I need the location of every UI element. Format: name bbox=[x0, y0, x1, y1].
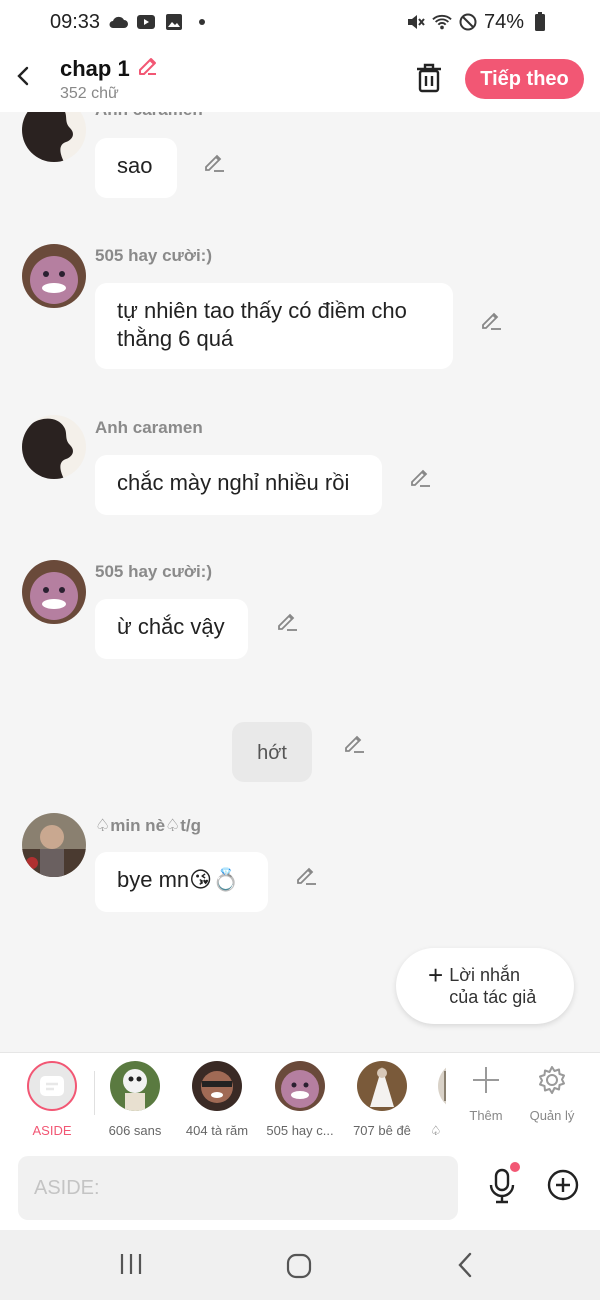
status-bar: 09:33 74% bbox=[0, 0, 600, 44]
character-avatar bbox=[438, 1061, 446, 1111]
avatar[interactable] bbox=[22, 415, 86, 479]
edit-icon[interactable] bbox=[276, 609, 300, 633]
author-note-label: Lời nhắn của tác giả bbox=[449, 965, 537, 1007]
character-avatar bbox=[275, 1061, 325, 1111]
message-bubble[interactable]: bye mn😘💍 bbox=[95, 852, 268, 912]
avatar[interactable] bbox=[22, 560, 86, 624]
gallery-icon bbox=[164, 13, 184, 31]
author-note-button[interactable]: + Lời nhắn của tác giả bbox=[396, 948, 574, 1024]
notification-dot bbox=[510, 1162, 520, 1172]
avatar[interactable] bbox=[22, 244, 86, 308]
edit-icon[interactable] bbox=[409, 465, 433, 489]
message-author: Anh caramen bbox=[95, 418, 203, 437]
aside-avatar bbox=[27, 1061, 77, 1111]
message-author: ♤min nè♤t/g bbox=[95, 816, 202, 835]
chat-area: Anh caramen sao 505 hay cười:) tự nhiên … bbox=[0, 112, 600, 1052]
word-count: 352 chữ bbox=[60, 85, 119, 102]
plus-icon bbox=[471, 1067, 501, 1099]
app-bar: chap 1 352 chữ Tiếp theo bbox=[0, 44, 600, 112]
message-input[interactable] bbox=[18, 1156, 458, 1220]
add-character-label: Thêm bbox=[469, 1108, 503, 1123]
manage-characters-label: Quản lý bbox=[529, 1108, 575, 1123]
character-avatar bbox=[357, 1061, 407, 1111]
battery-icon bbox=[530, 12, 550, 31]
composer-bar bbox=[0, 1146, 600, 1230]
character-item[interactable]: 606 sans bbox=[93, 1061, 177, 1138]
aside-bubble[interactable]: hớt bbox=[232, 722, 312, 782]
message-bubble[interactable]: sao bbox=[95, 138, 177, 198]
trash-icon[interactable] bbox=[414, 62, 444, 94]
message-bubble[interactable]: chắc mày nghỉ nhiều rồi bbox=[95, 455, 382, 515]
next-button[interactable]: Tiếp theo bbox=[465, 59, 584, 99]
edit-title-icon[interactable] bbox=[136, 54, 160, 83]
microphone-icon[interactable] bbox=[486, 1168, 518, 1204]
avatar[interactable] bbox=[22, 813, 86, 877]
message-author: 505 hay cười:) bbox=[95, 246, 212, 265]
back-nav-icon[interactable] bbox=[455, 1252, 485, 1280]
character-avatar bbox=[110, 1061, 160, 1111]
system-nav-bar bbox=[0, 1230, 600, 1300]
youtube-icon bbox=[136, 13, 156, 31]
status-time: 09:33 bbox=[50, 10, 101, 33]
wifi-icon bbox=[432, 13, 452, 31]
gear-icon bbox=[537, 1066, 567, 1099]
dot-icon bbox=[192, 13, 212, 31]
edit-icon[interactable] bbox=[203, 150, 227, 174]
character-item[interactable]: ♤ bbox=[424, 1061, 446, 1139]
recent-apps-icon[interactable] bbox=[118, 1252, 148, 1280]
mute-icon bbox=[406, 13, 426, 31]
message-bubble[interactable]: ừ chắc vậy bbox=[95, 599, 248, 659]
do-not-disturb-icon bbox=[458, 13, 478, 31]
message-author: 505 hay cười:) bbox=[95, 562, 212, 581]
character-name: 606 sans bbox=[108, 1123, 162, 1138]
character-name: 707 bê đê bbox=[353, 1123, 411, 1138]
message-bubble[interactable]: tự nhiên tao thấy có điềm cho thằng 6 qu… bbox=[95, 283, 453, 369]
character-name: 404 tà răm bbox=[185, 1123, 249, 1138]
character-avatar bbox=[192, 1061, 242, 1111]
character-item[interactable]: 707 bê đê bbox=[340, 1061, 424, 1138]
character-aside[interactable]: ASIDE bbox=[10, 1061, 94, 1138]
avatar[interactable] bbox=[22, 112, 86, 162]
home-icon[interactable] bbox=[285, 1252, 315, 1280]
aside-label: ASIDE bbox=[32, 1123, 72, 1138]
edit-icon[interactable] bbox=[295, 863, 319, 887]
add-character-button[interactable]: Thêm bbox=[456, 1065, 516, 1123]
message-author: Anh caramen bbox=[95, 112, 203, 120]
battery-percent: 74% bbox=[483, 10, 524, 33]
edit-icon[interactable] bbox=[480, 308, 504, 332]
character-name: 505 hay c... bbox=[266, 1123, 334, 1138]
add-circle-icon[interactable] bbox=[546, 1168, 580, 1202]
cloud-icon bbox=[108, 13, 129, 31]
character-bar: ASIDE 606 sans 404 tà răm 505 hay c... 7… bbox=[0, 1052, 600, 1146]
character-name: ♤ bbox=[430, 1123, 442, 1138]
back-arrow-icon[interactable] bbox=[12, 64, 36, 88]
plus-icon: + bbox=[428, 960, 444, 990]
edit-icon[interactable] bbox=[343, 731, 367, 755]
page-title: chap 1 bbox=[60, 55, 130, 81]
manage-characters-button[interactable]: Quản lý bbox=[522, 1065, 582, 1123]
character-item[interactable]: 404 tà răm bbox=[175, 1061, 259, 1138]
character-item[interactable]: 505 hay c... bbox=[258, 1061, 342, 1138]
